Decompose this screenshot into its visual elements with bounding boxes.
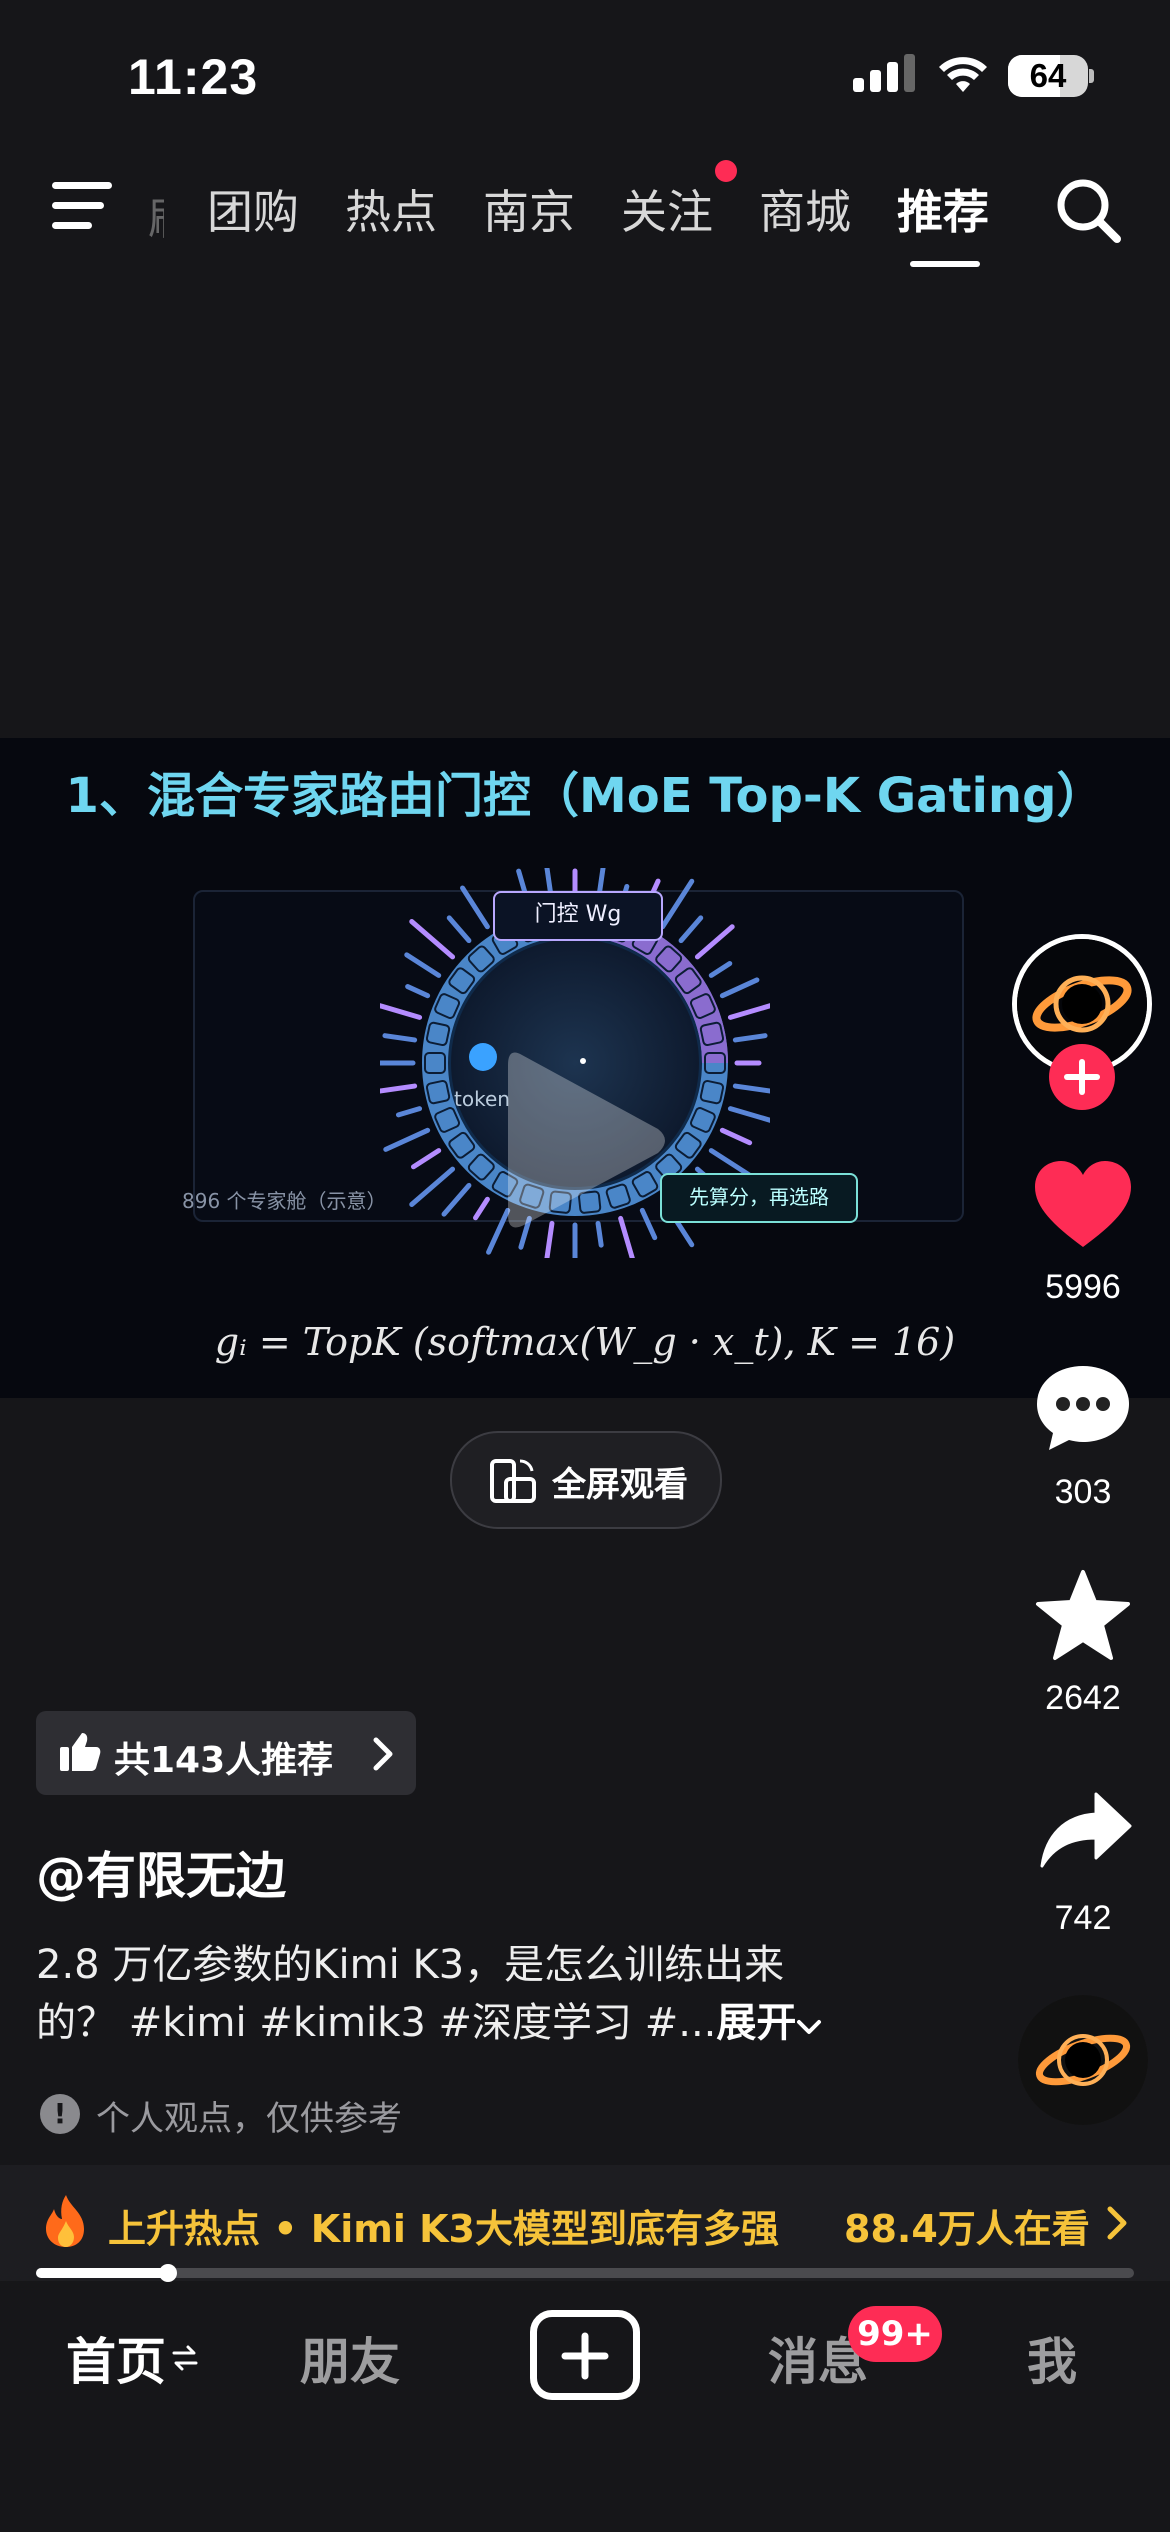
switch-arrows-icon[interactable] [172, 2344, 198, 2372]
expert-spoke [678, 915, 704, 944]
wifi-icon [939, 57, 987, 92]
video-description[interactable]: 2.8 万亿参数的Kimi K3，是怎么训练出来的？ #kimi #kimik3… [36, 1936, 856, 2052]
expert-spoke [395, 1106, 423, 1118]
share-count: 742 [1054, 1899, 1112, 1937]
play-icon[interactable] [500, 1045, 670, 1235]
video-progress-track[interactable] [36, 2268, 1134, 2278]
route-label: 先算分，再选路 [660, 1173, 858, 1223]
expert-spoke [441, 1182, 472, 1217]
like-count: 5996 [1045, 1268, 1121, 1306]
video-title: 1、混合专家路由门控（MoE Top-K Gating） [65, 768, 1105, 824]
expert-spoke [409, 1166, 456, 1207]
tab-mall[interactable]: 商城 [759, 176, 851, 242]
tab-friends[interactable]: 朋友 [300, 2322, 400, 2394]
expert-spoke [460, 885, 490, 930]
expert-spoke [380, 1003, 423, 1020]
recommend-label: 共143人推荐 [114, 1740, 334, 1781]
expand-link[interactable]: 展开 [716, 2000, 796, 2046]
experts-label: 896 个专家舱（示意） [182, 1189, 387, 1213]
status-time: 11:23 [128, 49, 259, 105]
plus-icon [561, 2332, 609, 2380]
messages-badge: 99+ [848, 2306, 942, 2362]
create-button[interactable] [530, 2310, 640, 2400]
tab-home[interactable]: 首页 [66, 2322, 166, 2394]
active-tab-indicator [910, 261, 980, 267]
comment-icon[interactable] [1033, 1362, 1133, 1454]
expert-spoke [410, 1148, 442, 1170]
fullscreen-label: 全屏观看 [552, 1465, 688, 1505]
video-progress-fill [36, 2268, 168, 2278]
viewer-count: 88.4万人在看 [844, 2207, 1090, 2251]
expert-spoke [405, 984, 431, 999]
expert-spoke [383, 1127, 431, 1152]
star-icon[interactable] [1033, 1568, 1133, 1662]
menu-icon[interactable] [52, 180, 122, 236]
battery-icon: 64 [1008, 55, 1088, 97]
expert-spoke [732, 1083, 770, 1094]
expert-spoke [409, 919, 456, 960]
search-icon[interactable] [1054, 176, 1124, 246]
expert-spoke [404, 952, 442, 978]
following-dot-badge [715, 160, 737, 182]
favorite-count: 2642 [1045, 1679, 1121, 1717]
expert-spoke [446, 915, 472, 944]
gate-label: 门控 Wg [493, 891, 663, 941]
heart-icon[interactable] [1033, 1159, 1133, 1251]
chevron-down-icon [797, 2020, 822, 2034]
formula: gᵢ = TopK (softmax(W_g · x_t), K = 16) [214, 1320, 956, 1364]
tab-recommended[interactable]: 推荐 [897, 176, 989, 242]
description-text: 2.8 万亿参数的Kimi K3，是怎么训练出来的？ #kimi #kimik3… [36, 1942, 785, 2046]
hot-topic-text[interactable]: 上升热点 • Kimi K3大模型到底有多强 [108, 2198, 779, 2253]
tab-faded[interactable]: 刷 [148, 183, 164, 247]
video-progress-knob[interactable] [158, 2264, 177, 2282]
tab-trending[interactable]: 热点 [345, 176, 437, 242]
expert-spoke [660, 878, 695, 930]
info-icon: ! [40, 2094, 80, 2134]
share-icon[interactable] [1040, 1790, 1132, 1870]
expert-spoke [708, 1148, 753, 1178]
battery-tip [1089, 69, 1094, 83]
expert-spoke [708, 961, 733, 978]
opinion-notice: 个人观点，仅供参考 [96, 2099, 402, 2139]
black-hole-disc-image [1018, 1995, 1148, 2125]
chevron-right-icon[interactable] [1106, 2206, 1128, 2240]
rotate-screen-icon [490, 1459, 536, 1503]
battery-level: 64 [1029, 57, 1067, 94]
expert-spoke [694, 924, 735, 960]
music-disc[interactable] [1018, 1995, 1148, 2125]
expert-spoke [473, 1196, 490, 1221]
plus-icon [1064, 1059, 1100, 1095]
author-name[interactable]: @有限无边 [36, 1836, 286, 1908]
chevron-right-icon [373, 1737, 393, 1771]
fire-icon [46, 2195, 84, 2247]
expert-spoke [382, 1033, 418, 1043]
recommend-pill[interactable]: 共143人推荐 [36, 1711, 416, 1795]
expert-spoke [380, 1083, 418, 1094]
comment-count: 303 [1054, 1473, 1112, 1511]
follow-button[interactable] [1049, 1044, 1115, 1110]
thumbs-up-icon [60, 1733, 101, 1771]
expert-spoke [719, 1127, 753, 1146]
expert-spoke [727, 1106, 770, 1123]
tab-group-buy[interactable]: 团购 [207, 176, 299, 242]
expert-spoke [727, 1003, 770, 1020]
fullscreen-button[interactable]: 全屏观看 [450, 1431, 722, 1529]
expert-spoke [732, 1033, 768, 1043]
tab-me[interactable]: 我 [1027, 2322, 1077, 2394]
tab-following[interactable]: 关注 [621, 176, 713, 242]
tab-nanjing[interactable]: 南京 [483, 176, 575, 242]
expert-spoke [719, 977, 760, 999]
